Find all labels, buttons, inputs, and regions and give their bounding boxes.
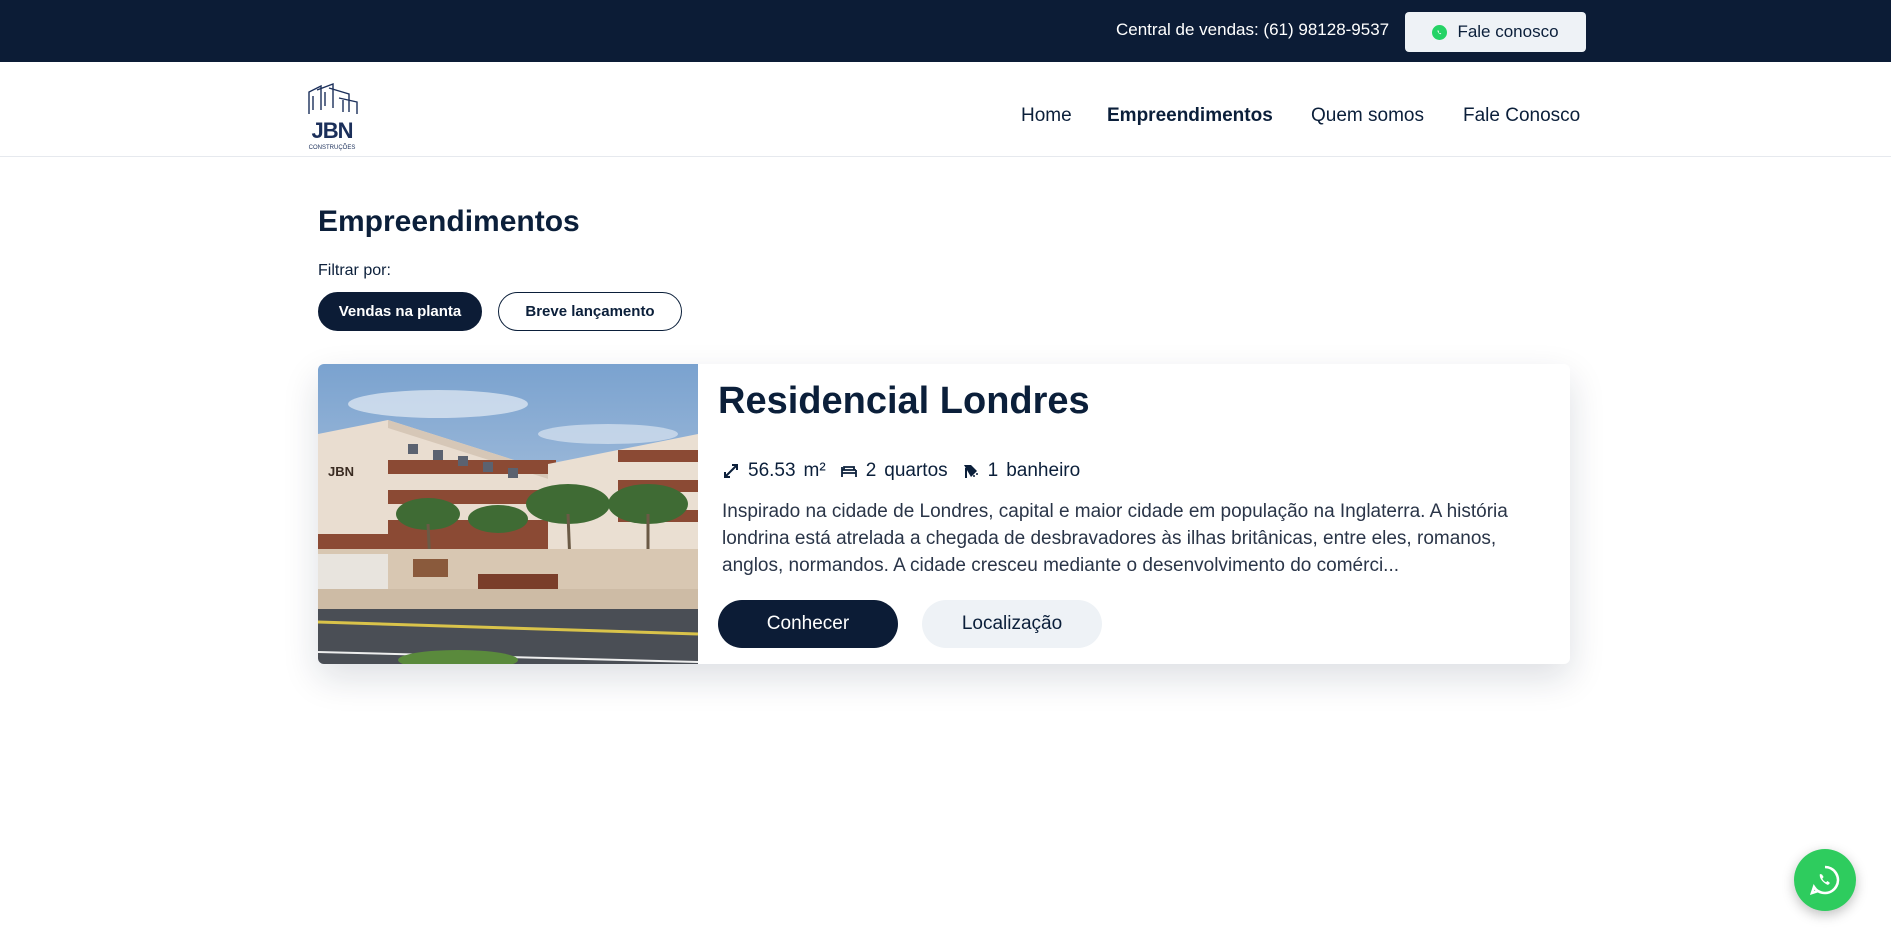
rooms-value: 2 bbox=[865, 460, 877, 481]
nav-empreendimentos[interactable]: Empreendimentos bbox=[1107, 105, 1273, 127]
area-unit: m² bbox=[803, 460, 826, 481]
svg-text:JBN: JBN bbox=[311, 118, 352, 143]
bath-spec: 1 banheiro bbox=[962, 460, 1081, 482]
whatsapp-float-button[interactable] bbox=[1794, 849, 1856, 911]
area-spec: 56.53 m² bbox=[722, 460, 826, 482]
sales-phone: Central de vendas: (61) 98128-9537 bbox=[1116, 20, 1390, 39]
page-title: Empreendimentos bbox=[318, 205, 580, 238]
filter-breve-lancamento[interactable]: Breve lançamento bbox=[498, 292, 682, 331]
listing-title: Residencial Londres bbox=[718, 380, 1090, 422]
shower-icon bbox=[963, 465, 978, 478]
whatsapp-icon bbox=[1432, 24, 1448, 40]
rooms-label: quartos bbox=[884, 460, 948, 481]
svg-text:CONSTRUÇÕES: CONSTRUÇÕES bbox=[309, 144, 356, 151]
filter-label: Filtrar por: bbox=[318, 262, 391, 279]
listing-description: Inspirado na cidade de Londres, capital … bbox=[722, 501, 1508, 576]
nav-home[interactable]: Home bbox=[1021, 105, 1072, 127]
area-icon bbox=[724, 464, 738, 478]
bath-value: 1 bbox=[987, 460, 999, 481]
svg-text:JBN: JBN bbox=[328, 464, 354, 479]
company-logo[interactable]: JBN CONSTRUÇÕES bbox=[303, 80, 361, 152]
contact-button[interactable]: Fale conosco bbox=[1405, 12, 1586, 52]
rooms-spec: 2 quartos bbox=[840, 460, 948, 482]
listing-specs: 56.53 m² 2 quartos 1 banheiro bbox=[722, 460, 1094, 482]
nav-fale-conosco[interactable]: Fale Conosco bbox=[1463, 105, 1580, 127]
bath-label: banheiro bbox=[1006, 460, 1081, 481]
building-photo[interactable]: JBN bbox=[318, 364, 698, 664]
whatsapp-icon bbox=[1809, 865, 1840, 896]
area-value: 56.53 bbox=[748, 460, 796, 481]
listing-card: JBN Residencial Londres 56.53 m² 2 quart… bbox=[318, 364, 1570, 664]
contact-button-label: Fale conosco bbox=[1457, 22, 1559, 41]
localizacao-button[interactable]: Localização bbox=[922, 600, 1102, 648]
filter-vendas-na-planta[interactable]: Vendas na planta bbox=[318, 292, 482, 331]
main-header: JBN CONSTRUÇÕES Home Empreendimentos Que… bbox=[0, 62, 1891, 157]
top-bar: Central de vendas: (61) 98128-9537 Fale … bbox=[0, 0, 1891, 62]
bed-icon bbox=[840, 466, 857, 477]
nav-quem-somos[interactable]: Quem somos bbox=[1311, 105, 1424, 127]
conhecer-button[interactable]: Conhecer bbox=[718, 600, 898, 648]
